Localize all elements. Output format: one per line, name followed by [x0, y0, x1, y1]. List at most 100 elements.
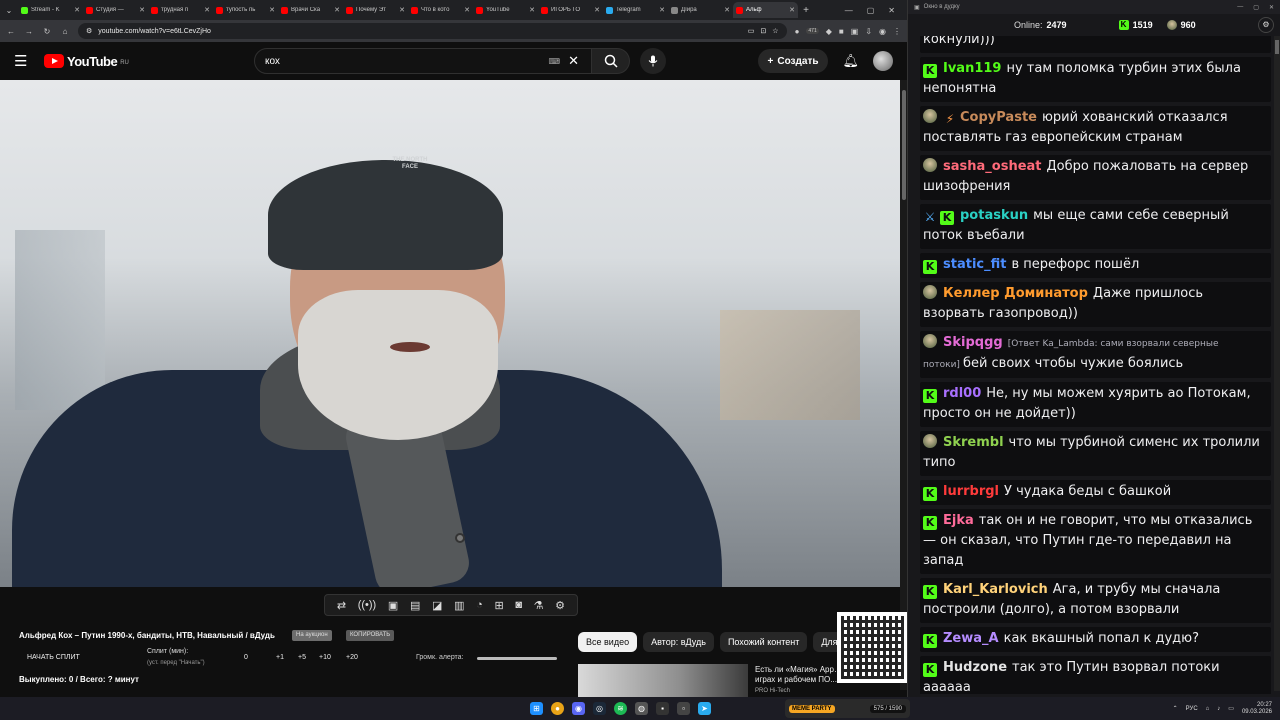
close-window-icon[interactable]: ✕ [1269, 4, 1274, 11]
split-add-button[interactable]: +10 [319, 654, 331, 661]
site-info-icon[interactable]: ⚙ [86, 27, 92, 35]
chrome-icon[interactable]: ● [551, 702, 564, 715]
browser-menu-icon[interactable]: ⋮ [893, 27, 901, 36]
profile-icon[interactable]: ◉ [879, 27, 886, 36]
split-value[interactable]: 0 [244, 654, 248, 661]
split-add-button[interactable]: +20 [346, 654, 358, 661]
broadcast-icon[interactable]: ((•)) [358, 599, 377, 611]
alert-volume-slider[interactable] [477, 657, 557, 660]
browser-tab[interactable]: тупость пь ✕ [213, 2, 278, 18]
chat-username[interactable]: static_fit [943, 257, 1006, 272]
clear-search-icon[interactable]: ✕ [568, 53, 579, 69]
battery-icon[interactable]: ▭ [1228, 705, 1234, 712]
forward-icon[interactable]: → [24, 27, 34, 36]
add-frame-icon[interactable]: ⊞ [494, 599, 503, 612]
chat-username[interactable]: CopyPaste [960, 110, 1037, 125]
split-add-button[interactable]: +5 [298, 654, 306, 661]
home-icon[interactable]: ⌂ [60, 27, 70, 36]
obs-icon[interactable]: ◍ [635, 702, 648, 715]
chat-username[interactable]: Ivan119 [943, 61, 1001, 76]
chat-username[interactable]: lurrbrgl [943, 484, 999, 499]
app-icon[interactable]: ▪ [656, 702, 669, 715]
tab-close-icon[interactable]: ✕ [724, 6, 730, 14]
chip-author[interactable]: Автор: вДудь [643, 632, 714, 652]
extension-icon[interactable]: ■ [839, 27, 844, 36]
notifications-bell-icon[interactable]: 🔔︎ [842, 53, 859, 69]
browser-tab[interactable]: Врачи Ска ✕ [278, 2, 343, 18]
recommended-video-channel[interactable]: PRO Hi-Tech [755, 688, 790, 694]
spotify-icon[interactable]: ≋ [614, 702, 627, 715]
search-input[interactable]: кох ⌨ ✕ [254, 48, 592, 74]
start-split-button[interactable]: НАЧАТЬ СПЛИТ [27, 654, 80, 661]
clock[interactable]: 20:27 09.03.2026 [1242, 702, 1272, 716]
download-icon[interactable]: ⇩ [865, 27, 872, 36]
repeat-icon[interactable]: ⇄ [337, 599, 346, 612]
browser-tab[interactable]: Дїйра ✕ [668, 2, 733, 18]
chat-username[interactable]: Skipqgg [943, 335, 1003, 350]
subtitles-icon[interactable]: ▥ [454, 599, 464, 612]
chat-username[interactable]: potaskun [960, 208, 1028, 223]
chat-username[interactable]: rdl00 [943, 386, 981, 401]
maximize-icon[interactable]: ▢ [1253, 4, 1259, 11]
chat-scrollbar-thumb[interactable] [1275, 40, 1279, 54]
browser-tab[interactable]: Что в кото ✕ [408, 2, 473, 18]
voice-search-button[interactable] [640, 48, 666, 74]
tab-close-icon[interactable]: ✕ [204, 6, 210, 14]
picture-in-picture-icon[interactable]: ◪ [432, 599, 442, 612]
bookmark-star-icon[interactable]: ☆ [772, 27, 778, 35]
film-icon[interactable]: ▤ [410, 599, 420, 612]
browser-tab[interactable]: Студия — ✕ [83, 2, 148, 18]
browser-tab[interactable]: YouTube ✕ [473, 2, 538, 18]
language-indicator[interactable]: РУС [1186, 706, 1198, 712]
page-scrollbar-thumb[interactable] [902, 90, 906, 200]
close-window-icon[interactable]: ✕ [888, 6, 895, 15]
extension-icon[interactable]: ▣ [851, 27, 859, 36]
discord-icon[interactable]: ◉ [572, 702, 585, 715]
tab-close-icon[interactable]: ✕ [269, 6, 275, 14]
extension-icon[interactable]: ● [795, 27, 800, 36]
chat-scrollbar[interactable] [1274, 36, 1280, 691]
chat-username[interactable]: Zewa_A [943, 631, 999, 646]
url-field[interactable]: ⚙ youtube.com/watch?v=e6tLCevZjHo ▭ ⊡ ☆ [78, 23, 787, 39]
tab-search-icon[interactable]: ⌄ [0, 6, 18, 15]
chat-username[interactable]: Келлер Доминатор [943, 286, 1088, 301]
telegram-icon[interactable]: ➤ [698, 702, 711, 715]
settings-icon[interactable]: ⚙ [1258, 17, 1274, 33]
flask-icon[interactable]: ⚗ [534, 599, 544, 612]
video-player[interactable]: THE NORTH FACE [0, 80, 900, 587]
reload-icon[interactable]: ↻ [42, 27, 52, 36]
cast-icon[interactable]: ▭ [748, 27, 755, 35]
steam-icon[interactable]: ◎ [593, 702, 606, 715]
screen-eye-icon[interactable]: ▣ [388, 599, 398, 612]
maximize-icon[interactable]: ▢ [867, 6, 875, 15]
tab-close-icon[interactable]: ✕ [659, 6, 665, 14]
tab-close-icon[interactable]: ✕ [139, 6, 145, 14]
search-button[interactable] [592, 48, 630, 74]
tab-close-icon[interactable]: ✕ [334, 6, 340, 14]
translate-icon[interactable]: ⊡ [760, 27, 766, 35]
chat-username[interactable]: Ejka [943, 513, 974, 528]
settings-gear-icon[interactable]: ⚙ [555, 599, 565, 612]
meme-party-widget[interactable]: MEME PARTY 575 / 1590 [785, 699, 910, 718]
tab-close-icon[interactable]: ✕ [399, 6, 405, 14]
tab-close-icon[interactable]: ✕ [594, 6, 600, 14]
chip-all-videos[interactable]: Все видео [578, 632, 638, 652]
browser-tab[interactable]: ИГОРЬ ГО ✕ [538, 2, 603, 18]
tab-close-icon[interactable]: ✕ [74, 6, 80, 14]
recommended-video-thumbnail[interactable] [578, 664, 748, 697]
minimize-icon[interactable]: — [1237, 4, 1243, 11]
browser-tab[interactable]: Почему Эт ✕ [343, 2, 408, 18]
chat-username[interactable]: sasha_osheat [943, 159, 1042, 174]
create-button[interactable]: + Создать [757, 49, 829, 73]
back-icon[interactable]: ← [6, 27, 16, 36]
volume-icon[interactable]: ♪ [1217, 706, 1220, 712]
tab-close-icon[interactable]: ✕ [464, 6, 470, 14]
new-tab-button[interactable]: + [798, 5, 814, 16]
browser-tab[interactable]: Telegram ✕ [603, 2, 668, 18]
chat-messages[interactable]: кокнули))) K Ivan119 ну там поломка турбин … [908, 36, 1280, 694]
extension-icon[interactable]: ◆ [826, 27, 832, 36]
chip-similar[interactable]: Похожий контент [719, 632, 808, 652]
menu-icon[interactable]: ☰ [14, 52, 44, 70]
tab-close-icon[interactable]: ✕ [529, 6, 535, 14]
camera-icon[interactable]: ◙ [515, 599, 522, 611]
